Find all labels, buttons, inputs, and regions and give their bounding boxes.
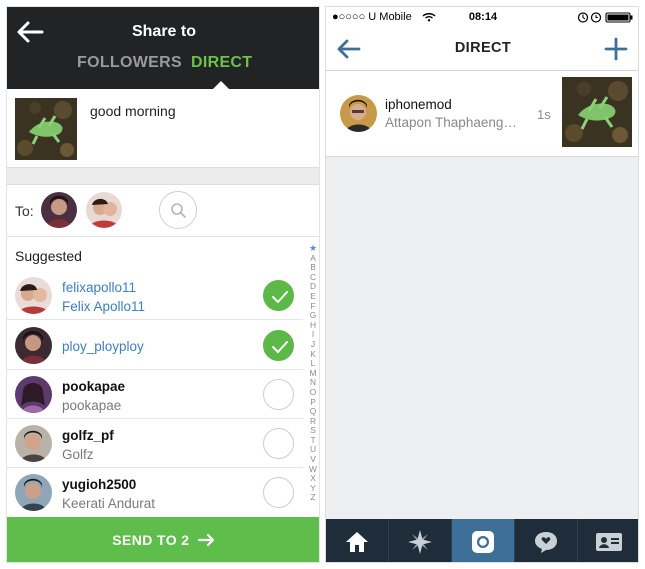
select-checkbox[interactable] (263, 280, 294, 311)
shared-post-thumbnail[interactable] (562, 77, 632, 147)
avatar (15, 277, 52, 314)
list-item[interactable]: yugioh2500 Keerati Andurat (7, 468, 303, 517)
contact-username: yugioh2500 (62, 477, 137, 492)
index-letter[interactable]: Z (310, 493, 315, 503)
bottom-tab-bar (326, 519, 638, 562)
active-tab-indicator (213, 81, 229, 89)
list-item[interactable]: pookapae pookapae (7, 370, 303, 419)
recipient-avatar[interactable] (86, 192, 122, 228)
tab-activity[interactable] (515, 519, 578, 562)
avatar (15, 474, 52, 511)
alphabet-index[interactable]: ★ A B C D E F G H I J K L M N O P Q R S T U V W X Y Z (307, 243, 319, 518)
avatar (15, 327, 52, 364)
tab-explore[interactable] (389, 519, 452, 562)
contact-fullname: pookapae (62, 398, 122, 413)
tab-home[interactable] (326, 519, 389, 562)
contact-fullname: Golfz (62, 447, 94, 462)
contact-fullname: Felix Apollo11 (62, 299, 146, 314)
suggested-heading: Suggested (15, 248, 82, 264)
select-checkbox[interactable] (263, 477, 294, 508)
battery-icon (578, 12, 633, 23)
select-checkbox[interactable] (263, 428, 294, 459)
list-item[interactable]: ploy_ployploy (7, 321, 303, 370)
post-preview: good morning (7, 89, 319, 167)
tab-camera[interactable] (452, 519, 515, 562)
send-label: SEND TO 2 (112, 532, 190, 548)
thread-username: iphonemod (385, 97, 452, 112)
checkmark-icon (272, 341, 288, 353)
list-item[interactable]: felixapollo11 Felix Apollo11 (7, 271, 303, 320)
contact-username: ploy_ployploy (62, 339, 144, 354)
send-button[interactable]: SEND TO 2 (7, 517, 319, 562)
post-caption: good morning (90, 103, 176, 119)
checkmark-icon (272, 291, 288, 303)
share-header: Share to FOLLOWERS DIRECT (7, 7, 319, 89)
page-title: DIRECT (454, 40, 512, 56)
contact-username: felixapollo11 (62, 280, 137, 295)
direct-inbox-screen: ●○○○○ U Mobile 08:14 DIRECT iphonemod At… (325, 6, 639, 563)
section-divider (7, 167, 319, 185)
share-screen: Share to FOLLOWERS DIRECT good morning T… (6, 6, 320, 563)
explore-icon (408, 529, 432, 554)
list-item[interactable]: golfz_pf Golfz (7, 419, 303, 468)
thread-timestamp: 1s (537, 107, 551, 122)
to-label: To: (15, 203, 34, 219)
search-recipient-button[interactable] (159, 191, 197, 229)
post-thumbnail (15, 98, 77, 160)
recipients-row: To: (7, 185, 319, 237)
message-thread[interactable]: iphonemod Attapon Thaphaeng… 1s (326, 71, 638, 157)
select-checkbox[interactable] (263, 330, 294, 361)
avatar (15, 425, 52, 462)
share-title: Share to (131, 23, 196, 40)
new-message-plus-icon[interactable] (604, 37, 628, 61)
status-bar: ●○○○○ U Mobile 08:14 (326, 7, 638, 29)
select-checkbox[interactable] (263, 379, 294, 410)
avatar (15, 376, 52, 413)
contact-fullname: Keerati Andurat (62, 496, 156, 511)
camera-icon (472, 530, 494, 553)
home-icon (346, 531, 368, 552)
contact-username: golfz_pf (62, 428, 114, 443)
tab-direct[interactable]: DIRECT (191, 54, 252, 72)
profile-icon (596, 532, 622, 551)
direct-header: DIRECT (326, 29, 638, 71)
arrow-right-icon (197, 533, 214, 547)
thread-subtitle: Attapon Thaphaeng… (385, 115, 517, 130)
contact-username: pookapae (62, 379, 126, 394)
recipient-avatar[interactable] (41, 192, 77, 228)
search-icon (171, 203, 186, 218)
avatar (340, 95, 377, 132)
tab-followers[interactable]: FOLLOWERS (77, 54, 182, 72)
activity-icon (535, 531, 557, 553)
tab-profile[interactable] (578, 519, 638, 562)
